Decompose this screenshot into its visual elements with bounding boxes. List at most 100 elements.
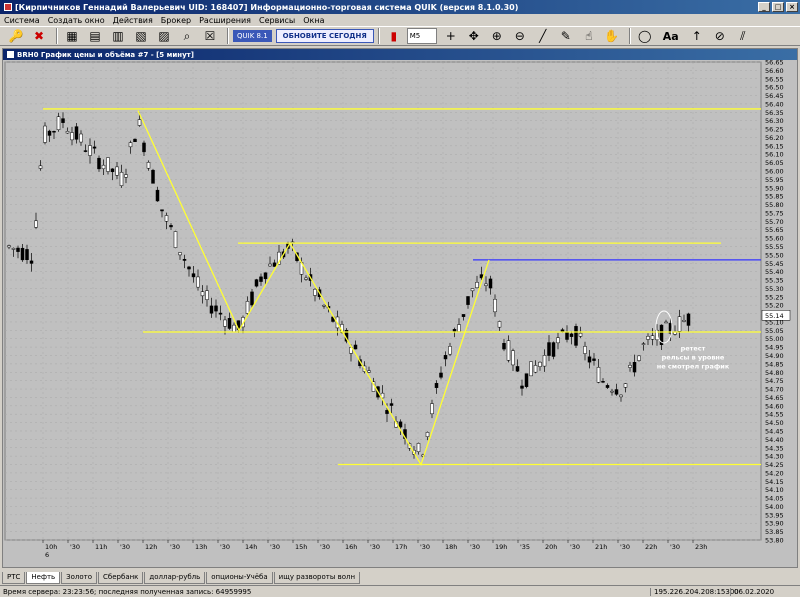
menu-bar: Система Создать окно Действия Брокер Рас… — [0, 14, 800, 26]
candle-body — [416, 443, 421, 452]
price-chart[interactable]: 53.8053.8553.9053.9554.0054.0554.1054.15… — [3, 60, 797, 567]
y-tick-label: 54.85 — [765, 360, 784, 368]
timeframe-select[interactable]: M5 — [406, 28, 437, 44]
pointer-icon[interactable]: ☝ — [579, 27, 599, 45]
hide-drawings-icon[interactable]: ⊘ — [710, 27, 730, 45]
menu-broker[interactable]: Брокер — [161, 16, 191, 25]
search-icon[interactable]: ⌕ — [177, 27, 197, 45]
menu-actions[interactable]: Действия — [113, 16, 153, 25]
candle-body — [214, 305, 218, 312]
candle-body — [682, 319, 686, 322]
ellipse-icon[interactable]: ◯ — [635, 27, 655, 45]
candle-body — [470, 288, 475, 292]
candle-body — [628, 364, 632, 368]
tab-usd-rub[interactable]: доллар-рубль — [144, 572, 206, 584]
candle-body — [583, 346, 587, 354]
zoom-out-icon[interactable]: ⊖ — [510, 27, 530, 45]
hand-icon[interactable]: ✋ — [602, 27, 622, 45]
y-tick-label: 55.40 — [765, 268, 784, 276]
move-icon[interactable]: ✥ — [464, 27, 484, 45]
x-tick-label: 16h — [345, 543, 357, 551]
candle-body — [637, 355, 641, 361]
tab-wave-reversals[interactable]: ищу развороты волн — [273, 572, 361, 584]
update-button[interactable]: ОБНОВИТЕ СЕГОДНЯ — [275, 29, 374, 43]
current-price-label: 55.14 — [765, 312, 784, 320]
crosshair-icon[interactable]: + — [441, 27, 461, 45]
erase-icon[interactable]: ✎ — [556, 27, 576, 45]
candle-body — [263, 272, 268, 280]
candle-body — [56, 116, 61, 130]
maximize-button[interactable]: □ — [772, 2, 784, 12]
chart-type-icon[interactable]: ▮ — [384, 27, 404, 45]
ruler-icon[interactable]: ⫽ — [733, 27, 753, 45]
tab-rts[interactable]: РТС — [2, 572, 26, 584]
key-icon[interactable]: 🔑 — [6, 27, 26, 45]
candle-body — [439, 372, 443, 378]
menu-windows[interactable]: Окна — [303, 16, 324, 25]
annotation-text: ретест — [681, 344, 706, 352]
x-tick-label: 11h — [95, 543, 107, 551]
candle-body — [497, 321, 502, 328]
x-tick-label: 13h — [195, 543, 207, 551]
candle-body — [385, 410, 389, 414]
candle-body — [434, 383, 439, 388]
y-tick-label: 55.35 — [765, 277, 784, 285]
delete-icon[interactable]: ☒ — [200, 27, 220, 45]
candle-body — [227, 318, 232, 329]
tab-gold[interactable]: Золото — [61, 572, 98, 584]
menu-extensions[interactable]: Расширения — [199, 16, 251, 25]
x-tick-label: 15h — [295, 543, 307, 551]
x-tick-label: '30 — [270, 543, 280, 551]
disconnect-icon[interactable]: ✖ — [29, 27, 49, 45]
candle-body — [466, 296, 470, 305]
chart-window-icon[interactable]: ▤ — [85, 27, 105, 45]
candle-body — [232, 324, 236, 332]
menu-services[interactable]: Сервисы — [259, 16, 295, 25]
minimize-button[interactable]: _ — [758, 2, 770, 12]
tab-oil[interactable]: Нефть — [26, 572, 61, 584]
y-tick-label: 54.45 — [765, 427, 784, 435]
menu-system[interactable]: Система — [4, 16, 40, 25]
candle-body — [205, 290, 209, 300]
candle-body — [254, 279, 259, 287]
candle-body — [547, 342, 551, 356]
candle-body — [70, 132, 74, 141]
window-title: [Кирпичников Геннадий Валерьевич UID: 16… — [15, 2, 519, 12]
candle-body — [173, 231, 178, 248]
y-tick-label: 54.05 — [765, 495, 784, 503]
candle-body — [614, 389, 619, 395]
orders-icon[interactable]: ▧ — [131, 27, 151, 45]
candle-body — [218, 312, 223, 315]
candle-body — [664, 321, 668, 324]
tab-sberbank[interactable]: Сбербанк — [98, 572, 144, 584]
candle-body — [74, 126, 79, 140]
tab-options-study[interactable]: опционы-Учёба — [206, 572, 273, 584]
candle-body — [623, 383, 628, 388]
candle-body — [686, 313, 691, 326]
y-tick-label: 54.75 — [765, 377, 784, 385]
draw-line-icon[interactable]: ╱ — [533, 27, 553, 45]
new-table-icon[interactable]: ▦ — [62, 27, 82, 45]
y-tick-label: 56.45 — [765, 92, 784, 100]
toolbar-separator — [628, 28, 631, 44]
candle-body — [182, 258, 187, 261]
candle-body — [164, 215, 169, 222]
trades-icon[interactable]: ▨ — [154, 27, 174, 45]
server-ip: 195.226.204.208:15300 — [650, 587, 739, 596]
arrow-up-icon[interactable]: ↑ — [687, 27, 707, 45]
candle-body — [367, 370, 371, 373]
quotes-icon[interactable]: ▥ — [108, 27, 128, 45]
x-tick-label: '30 — [120, 543, 130, 551]
candle-body — [133, 138, 137, 143]
candle-body — [187, 266, 191, 270]
candle-body — [632, 362, 637, 373]
zoom-in-icon[interactable]: ⊕ — [487, 27, 507, 45]
x-tick-label: '30 — [570, 543, 580, 551]
menu-create-window[interactable]: Создать окно — [48, 16, 105, 25]
status-bar: Время сервера: 23:23:56; последняя получ… — [0, 585, 800, 597]
y-tick-label: 54.10 — [765, 486, 784, 494]
close-button[interactable]: × — [786, 2, 798, 12]
y-tick-label: 53.80 — [765, 537, 784, 545]
text-tool-icon[interactable]: Aa — [658, 27, 684, 45]
y-tick-label: 56.60 — [765, 67, 784, 75]
